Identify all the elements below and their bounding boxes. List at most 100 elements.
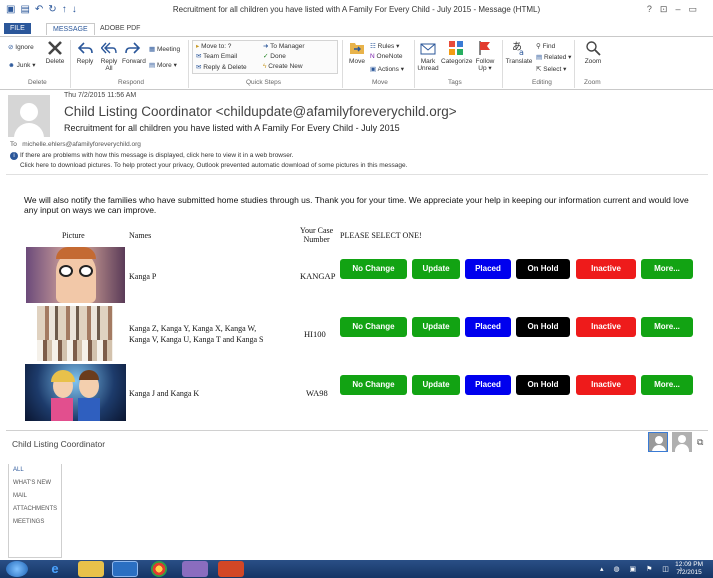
minimize-button[interactable]: – [675,4,688,14]
related-button[interactable]: ▤ Related ▾ [536,53,571,61]
placed-button[interactable]: Placed [465,317,511,337]
junk-button[interactable]: ☻ Junk ▾ [8,61,35,69]
actions-button[interactable]: ▣ Actions ▾ [370,65,404,73]
tab-adobe-pdf[interactable]: ADOBE PDF [94,23,146,34]
quickstep-team-email[interactable]: ✉ Team Email [196,52,237,60]
recipient-address[interactable]: michelle.ehlers@afamilyforeverychild.org [22,141,141,148]
cursor-icon: ⇱ [536,66,542,73]
manager-icon: ➜ [263,43,269,50]
forward-icon [125,42,141,54]
categorize-button[interactable]: Categorize [441,40,472,65]
chrome-icon[interactable] [151,561,167,577]
follow-up-button[interactable]: Follow Up ▾ [474,40,496,72]
on-hold-button[interactable]: On Hold [516,375,570,395]
more-icon: ▤ [149,62,156,69]
outlook-taskbar-icon[interactable] [112,561,138,577]
nav-whats-new[interactable]: WHAT'S NEW [13,480,51,486]
ignore-icon: ⊘ [8,44,14,51]
people-pane-toggle-icon[interactable]: ⧉ [697,437,703,448]
select-button[interactable]: ⇱ Select ▾ [536,65,566,73]
group-label-respond: Respond [118,79,145,86]
system-tray[interactable]: ▴ ◍ ▣ ⚑ ◫ ♪ [600,565,686,573]
header-divider [6,174,708,175]
quickstep-done[interactable]: ✓ Done [263,52,286,60]
meeting-button[interactable]: ▦ Meeting [149,45,180,53]
ribbon-separator [574,40,575,88]
row-case-number: HI100 [304,329,326,339]
ribbon-separator [188,40,189,88]
nav-mail[interactable]: MAIL [13,493,27,499]
mark-unread-button[interactable]: Mark Unread [417,40,439,72]
onenote-button[interactable]: N OneNote [370,53,403,60]
placed-button[interactable]: Placed [465,259,511,279]
ribbon-display-button[interactable]: ⊡ [660,4,676,14]
inactive-button[interactable]: Inactive [576,317,636,337]
junk-icon: ☻ [8,62,15,69]
reply-button[interactable]: Reply [74,40,96,65]
message-recipient: To michelle.ehlers@afamilyforeverychild.… [10,141,141,148]
internet-explorer-icon[interactable]: e [42,561,68,577]
find-button[interactable]: ⚲ Find [536,42,555,50]
forward-button[interactable]: Forward [122,40,146,65]
window-title: Recruitment for all children you have li… [172,5,541,14]
no-change-button[interactable]: No Change [340,375,407,395]
tab-message[interactable]: MESSAGE [46,23,95,35]
placed-button[interactable]: Placed [465,375,511,395]
more-respond-button[interactable]: ▤ More ▾ [149,61,177,69]
more-button[interactable]: More... [641,259,693,279]
more-button[interactable]: More... [641,375,693,395]
window-controls[interactable]: ?⊡–▭ [647,4,705,15]
onenote-icon: N [370,53,375,60]
checkmark-icon: ✓ [263,53,269,60]
ribbon-separator [414,40,415,88]
inactive-button[interactable]: Inactive [576,259,636,279]
quickstep-to-manager[interactable]: ➜ To Manager [263,42,304,50]
ignore-button[interactable]: ⊘ Ignore [8,43,34,51]
update-button[interactable]: Update [412,375,460,395]
message-sender[interactable]: Child Listing Coordinator <childupdate@a… [64,104,457,119]
nav-attachments[interactable]: ATTACHMENTS [13,506,57,512]
quickstep-create-new[interactable]: ϟ Create New [263,63,303,70]
infobar-download-pictures[interactable]: Click here to download pictures. To help… [20,162,407,169]
update-button[interactable]: Update [412,259,460,279]
contact-photo-icon[interactable] [672,432,692,452]
infobar-web-browser[interactable]: If there are problems with how this mess… [20,152,293,159]
translate-icon: あa [512,41,524,56]
taskbar-clock[interactable]: 12:09 PM 7/2/2015 [675,561,703,577]
quickstep-reply-delete[interactable]: ✉ Reply & Delete [196,63,247,71]
group-label-quick-steps: Quick Steps [246,79,282,86]
translate-button[interactable]: あa Translate [505,40,533,65]
restore-button[interactable]: ▭ [688,4,705,14]
reply-delete-icon: ✉ [196,64,202,71]
delete-button[interactable]: Delete [44,40,66,65]
contact-photo-icon[interactable] [648,432,668,452]
tab-file[interactable]: FILE [4,23,31,34]
more-button[interactable]: More... [641,317,693,337]
rules-icon: ☷ [370,43,376,50]
file-explorer-icon[interactable] [78,561,104,577]
to-label: To [10,141,17,148]
move-button[interactable]: Move [346,40,368,65]
group-label-move: Move [372,79,388,86]
inactive-button[interactable]: Inactive [576,375,636,395]
zoom-button[interactable]: Zoom [582,40,604,65]
on-hold-button[interactable]: On Hold [516,259,570,279]
start-button[interactable] [6,561,28,577]
no-change-button[interactable]: No Change [340,317,407,337]
no-change-button[interactable]: No Change [340,259,407,279]
message-intro: We will also notify the families who hav… [24,195,689,215]
taskbar: e ▴ ◍ ▣ ⚑ ◫ ♪ 12:09 PM 7/2/2015 [0,560,713,578]
nav-all[interactable]: ALL [13,467,24,473]
quickstep-move-to[interactable]: ▸ Move to: ? [196,42,231,50]
child-photo-group [37,306,113,361]
nav-meetings[interactable]: MEETINGS [13,519,44,525]
on-hold-button[interactable]: On Hold [516,317,570,337]
paint-icon[interactable] [182,561,208,577]
rules-button[interactable]: ☷ Rules ▾ [370,42,399,50]
help-button[interactable]: ? [647,4,660,14]
delete-x-icon [48,41,62,55]
reply-all-button[interactable]: Reply All [98,40,120,72]
reply-icon [77,42,93,54]
powerpoint-icon[interactable] [218,561,244,577]
update-button[interactable]: Update [412,317,460,337]
